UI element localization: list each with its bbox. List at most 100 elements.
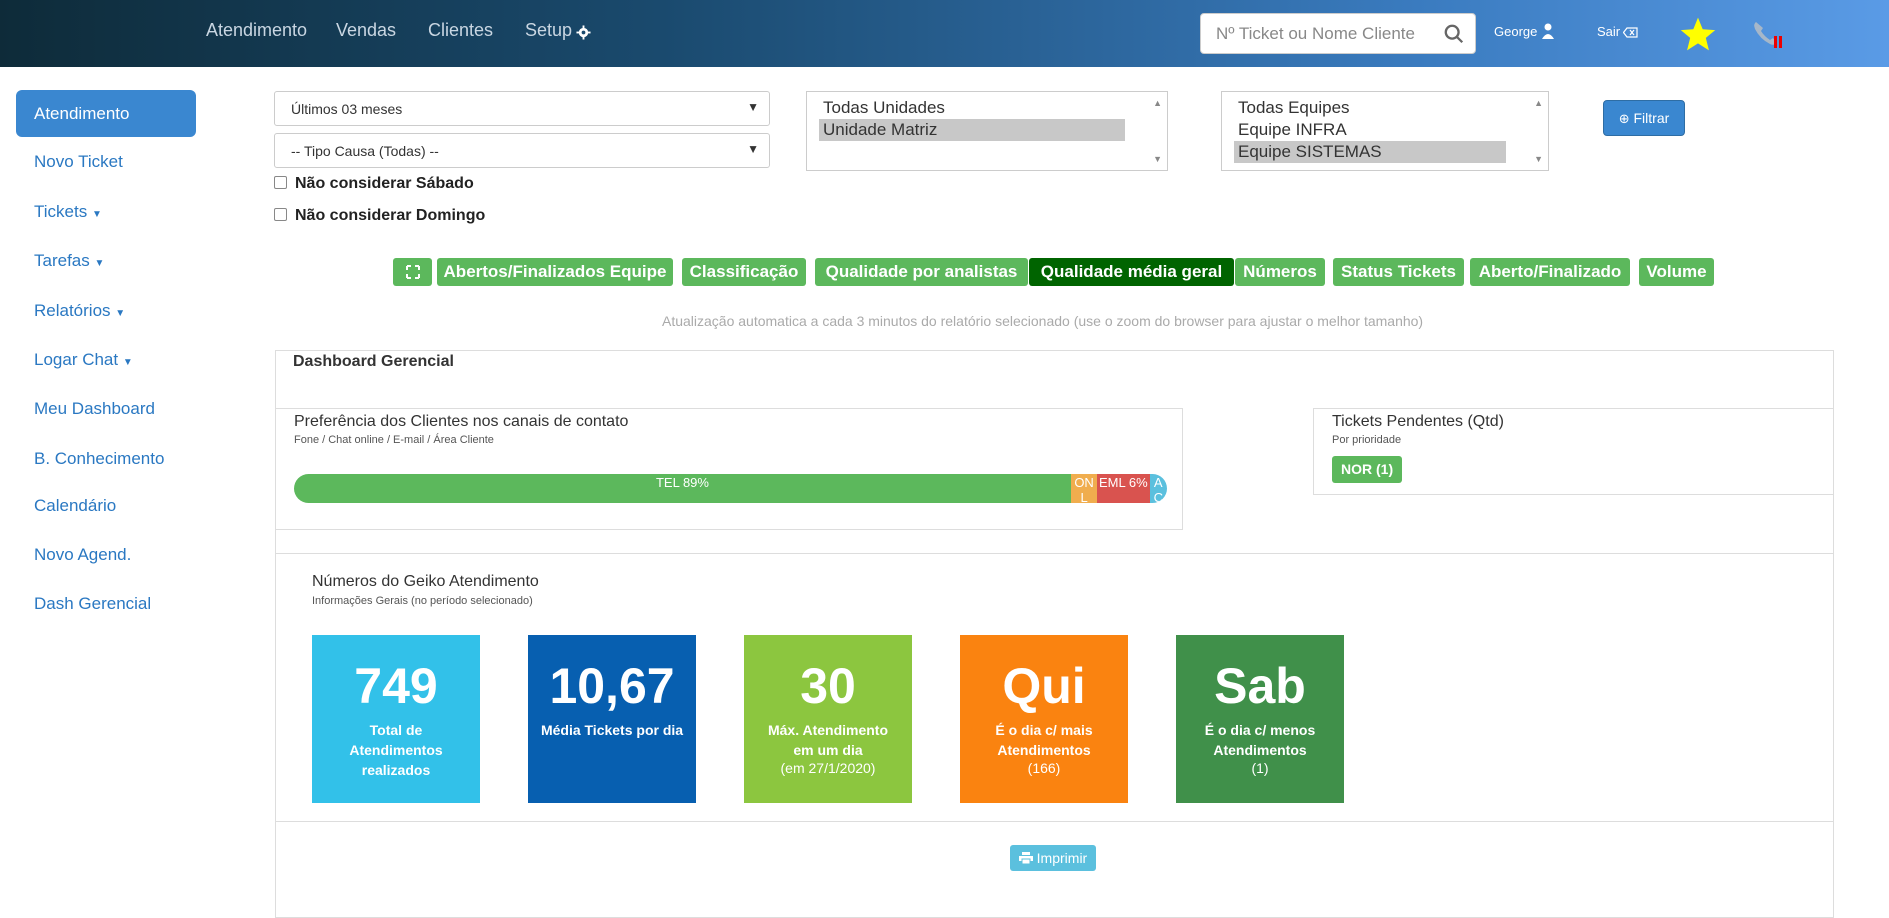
- arrow-down-icon[interactable]: ▼: [1534, 154, 1543, 164]
- sidebar-item-atendimento[interactable]: Atendimento: [16, 90, 196, 137]
- fullscreen-button[interactable]: [393, 258, 432, 286]
- ticket-search[interactable]: Nº Ticket ou Nome Cliente: [1200, 13, 1476, 54]
- sidebar-item-label: Tarefas: [34, 251, 90, 270]
- phone-icon[interactable]: [1752, 19, 1786, 51]
- stat-sub: (em 27/1/2020): [780, 760, 876, 776]
- filter-button-label: Filtrar: [1633, 110, 1670, 126]
- search-input[interactable]: Nº Ticket ou Nome Cliente: [1216, 24, 1415, 44]
- stat-sub: (1): [1251, 760, 1269, 776]
- stat-maximo: 30 Máx. Atendimento em um dia (em 27/1/2…: [744, 635, 912, 803]
- stat-label: Total de Atendimentos realizados: [349, 722, 443, 778]
- user-icon[interactable]: [1541, 23, 1555, 40]
- sidebar-item-label: Atendimento: [34, 104, 130, 123]
- sidebar-item-meu-dashboard[interactable]: Meu Dashboard: [34, 399, 155, 419]
- channel-segment-label: ONL 3%: [1074, 475, 1094, 503]
- channel-progress-bar: TEL 89% ONL 3% EML 6% AC 2%: [294, 474, 1167, 503]
- channel-segment: EML 6%: [1097, 474, 1150, 503]
- print-icon: [1018, 852, 1033, 865]
- sidebar-item-tickets[interactable]: Tickets ▼: [34, 202, 102, 222]
- chk-sabado[interactable]: Não considerar Sábado: [274, 175, 474, 193]
- stat-value: 10,67: [549, 658, 675, 714]
- chk-domingo[interactable]: Não considerar Domingo: [274, 207, 485, 225]
- stat-label: É o dia c/ mais Atendimentos: [995, 722, 1093, 758]
- unit-option[interactable]: Todas Unidades: [819, 97, 945, 119]
- team-option[interactable]: Todas Equipes: [1234, 97, 1350, 119]
- tab-classificacao[interactable]: Classificação: [682, 258, 806, 286]
- pending-title: Tickets Pendentes (Qtd): [1332, 413, 1504, 430]
- pending-subtitle: Por prioridade: [1332, 434, 1402, 446]
- tab-qualidade-analistas[interactable]: Qualidade por analistas: [815, 258, 1028, 286]
- stat-value: Qui: [1002, 658, 1086, 714]
- checkbox[interactable]: [274, 176, 287, 189]
- stat-sub: (166): [1027, 760, 1061, 776]
- filter-button[interactable]: ⊕ Filtrar: [1603, 100, 1685, 136]
- dashboard-title: Dashboard Gerencial: [293, 353, 454, 370]
- top-navbar: Atendimento Vendas Clientes Setup Nº Tic…: [0, 0, 1889, 67]
- tab-status-tickets[interactable]: Status Tickets: [1333, 258, 1464, 286]
- nav-vendas[interactable]: Vendas: [336, 20, 396, 41]
- gear-icon[interactable]: [576, 25, 591, 40]
- sidebar-item-relatorios[interactable]: Relatórios ▼: [34, 301, 125, 321]
- sidebar-item-label: Relatórios: [34, 301, 111, 320]
- logout-link[interactable]: Sair: [1597, 24, 1620, 39]
- priority-badge[interactable]: NOR (1): [1332, 456, 1403, 483]
- period-select[interactable]: Últimos 03 meses ▼: [274, 91, 770, 126]
- print-button-label: Imprimir: [1036, 850, 1088, 866]
- tab-qualidade-media-geral[interactable]: Qualidade média geral: [1029, 258, 1234, 286]
- download-icon: ⊕: [1618, 111, 1630, 126]
- print-button[interactable]: Imprimir: [1010, 845, 1096, 871]
- channel-segment: AC 2%: [1149, 474, 1167, 503]
- stat-value: 749: [354, 658, 438, 714]
- preference-panel: Preferência dos Clientes nos canais de c…: [275, 408, 1183, 530]
- units-listbox[interactable]: Todas Unidades Unidade Matriz ▲ ▼: [806, 91, 1168, 171]
- channel-segment-label: TEL 89%: [655, 475, 709, 490]
- chk-sabado-label: Não considerar Sábado: [295, 175, 474, 192]
- numbers-title: Números do Geiko Atendimento: [312, 573, 539, 590]
- tab-abertos-finalizados-equipe[interactable]: Abertos/Finalizados Equipe: [437, 258, 673, 286]
- arrow-up-icon[interactable]: ▲: [1153, 98, 1162, 108]
- tab-volume[interactable]: Volume: [1639, 258, 1714, 286]
- sidebar-item-label: Logar Chat: [34, 350, 119, 369]
- scrollbar[interactable]: ▲ ▼: [1530, 92, 1548, 170]
- sidebar-item-conhecimento[interactable]: B. Conhecimento: [34, 449, 164, 469]
- scrollbar[interactable]: ▲ ▼: [1149, 92, 1167, 170]
- sidebar-item-label: Tickets: [34, 202, 88, 221]
- sidebar-item-logar-chat[interactable]: Logar Chat ▼: [34, 350, 133, 370]
- stat-dia-mais: Qui É o dia c/ mais Atendimentos (166): [960, 635, 1128, 803]
- logout-icon[interactable]: [1623, 27, 1638, 38]
- channel-segment: TEL 89%: [294, 474, 1071, 503]
- channel-segment-label: AC 2%: [1153, 475, 1163, 503]
- caret-down-icon: ▼: [122, 357, 133, 368]
- caret-down-icon: ▼: [94, 258, 105, 269]
- sidebar-item-dash-gerencial[interactable]: Dash Gerencial: [34, 594, 151, 614]
- arrow-down-icon[interactable]: ▼: [1153, 154, 1162, 164]
- star-icon[interactable]: [1679, 16, 1717, 52]
- sidebar-item-calendario[interactable]: Calendário: [34, 496, 116, 516]
- team-option[interactable]: Equipe INFRA: [1234, 119, 1347, 141]
- stat-media: 10,67 Média Tickets por dia: [528, 635, 696, 803]
- sidebar-item-novo-ticket[interactable]: Novo Ticket: [34, 152, 123, 172]
- cause-select[interactable]: -- Tipo Causa (Todas) -- ▼: [274, 133, 770, 168]
- tab-aberto-finalizado[interactable]: Aberto/Finalizado: [1470, 258, 1630, 286]
- nav-atendimento[interactable]: Atendimento: [206, 20, 307, 41]
- nav-setup[interactable]: Setup: [525, 20, 572, 41]
- team-option[interactable]: Equipe SISTEMAS: [1234, 141, 1506, 163]
- period-select-value: Últimos 03 meses: [291, 101, 403, 117]
- checkbox[interactable]: [274, 208, 287, 221]
- tab-numeros[interactable]: Números: [1235, 258, 1325, 286]
- stat-total: 749 Total de Atendimentos realizados: [312, 635, 480, 803]
- search-icon[interactable]: [1443, 23, 1465, 45]
- chevron-down-icon: ▼: [747, 142, 759, 156]
- preference-title: Preferência dos Clientes nos canais de c…: [294, 413, 629, 430]
- stat-label: Máx. Atendimento em um dia: [767, 722, 889, 758]
- stat-dia-menos: Sab É o dia c/ menos Atendimentos (1): [1176, 635, 1344, 803]
- user-name[interactable]: George: [1494, 24, 1537, 39]
- sidebar-item-novo-agend[interactable]: Novo Agend.: [34, 545, 131, 565]
- auto-refresh-note: Atualização automatica a cada 3 minutos …: [662, 313, 1424, 329]
- arrow-up-icon[interactable]: ▲: [1534, 98, 1543, 108]
- sidebar-item-tarefas[interactable]: Tarefas ▼: [34, 251, 104, 271]
- caret-down-icon: ▼: [91, 209, 102, 220]
- nav-clientes[interactable]: Clientes: [428, 20, 493, 41]
- unit-option[interactable]: Unidade Matriz: [819, 119, 1125, 141]
- teams-listbox[interactable]: Todas Equipes Equipe INFRA Equipe SISTEM…: [1221, 91, 1549, 171]
